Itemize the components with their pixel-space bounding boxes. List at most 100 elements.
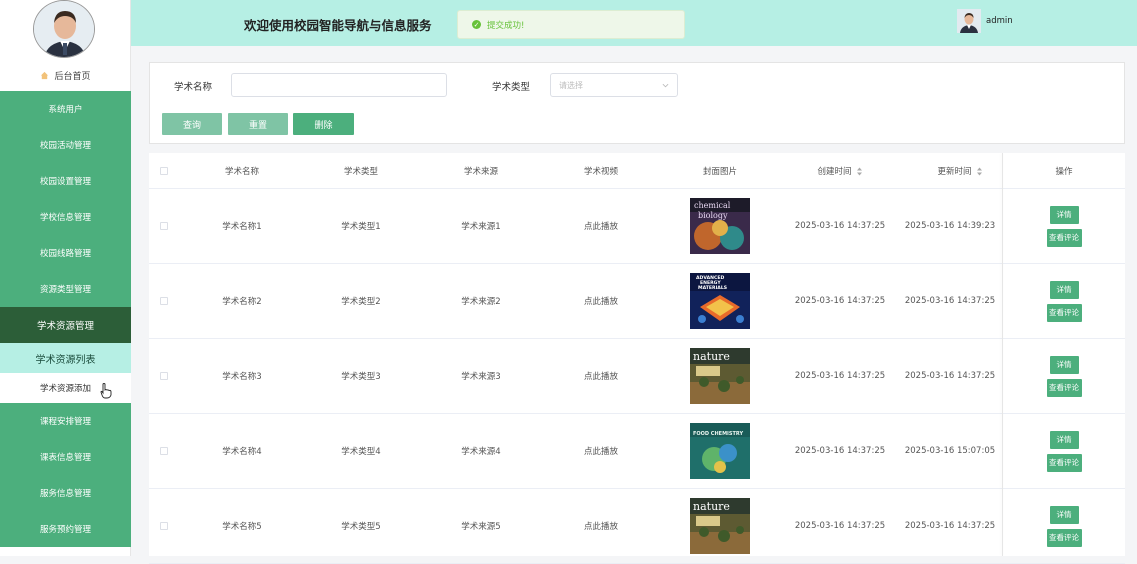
sub-item-resource-list[interactable]: 学术资源列表 — [0, 343, 131, 373]
cell-video-link[interactable]: 点此播放 — [541, 189, 661, 263]
menu-item-campus-routes[interactable]: 校园线路管理 — [0, 235, 131, 271]
view-comments-button[interactable]: 查看评论 — [1046, 378, 1082, 397]
cell-source: 学术来源1 — [461, 222, 501, 232]
col-actions: 操作 — [1055, 167, 1073, 177]
table-header: 学术名称 学术类型 学术来源 学术视频 封面图片 创建时间 更新时间 操作 — [149, 153, 1125, 189]
toast-message: 提交成功! — [487, 20, 525, 31]
col-updated-label: 更新时间 — [937, 167, 972, 177]
menu-item-service-info[interactable]: 服务信息管理 — [0, 475, 131, 511]
menu-item-resource-types[interactable]: 资源类型管理 — [0, 271, 131, 307]
view-comments-button[interactable]: 查看评论 — [1046, 453, 1082, 472]
menu-item-course-schedule[interactable]: 课程安排管理 — [0, 403, 131, 439]
menu-item-school-info[interactable]: 学校信息管理 — [0, 199, 131, 235]
cell-created: 2025-03-16 14:37:25 — [794, 371, 886, 381]
cell-created: 2025-03-16 14:37:25 — [794, 221, 886, 231]
sidebar: 后台首页 系统用户 校园活动管理 校园设置管理 学校信息管理 校园线路管理 资源… — [0, 0, 131, 556]
name-filter-label: 学术名称 — [174, 82, 213, 93]
cell-video-link[interactable]: 点此播放 — [541, 264, 661, 338]
menu-item-academic-resources[interactable]: 学术资源管理 — [0, 307, 131, 343]
sub-item-resource-add[interactable]: 学术资源添加 — [0, 373, 131, 403]
user-menu[interactable]: admin — [957, 9, 1013, 33]
cover-image-food-chemistry[interactable]: FOOD CHEMISTRY — [690, 423, 750, 479]
cell-source: 学术来源5 — [461, 522, 501, 532]
delete-button[interactable]: 删除 — [293, 113, 354, 135]
col-type: 学术类型 — [343, 167, 378, 177]
site-title: 欢迎使用校园智能导航与信息服务 — [244, 18, 432, 33]
cell-actions: 详情 查看评论 — [1003, 414, 1125, 488]
table-row: 学术名称4 学术类型4 学术来源4 点此播放 FOOD CHEMISTRY 20… — [149, 414, 1125, 489]
success-toast: ✓ 提交成功! — [457, 10, 685, 39]
detail-button[interactable]: 详情 — [1049, 280, 1079, 299]
cover-image-nature[interactable]: nature — [690, 498, 750, 554]
select-all-checkbox[interactable] — [160, 167, 168, 175]
menu-item-users[interactable]: 系统用户 — [0, 91, 131, 127]
detail-button[interactable]: 详情 — [1049, 430, 1079, 449]
cover-image-chemical-biology[interactable]: chemical biology — [690, 198, 750, 254]
hand-cursor-icon — [100, 383, 112, 399]
top-header: 欢迎使用校园智能导航与信息服务 ✓ 提交成功! admin — [131, 0, 1137, 46]
cell-actions: 详情 查看评论 — [1003, 339, 1125, 413]
row-checkbox[interactable] — [160, 372, 168, 380]
cell-created: 2025-03-16 14:37:25 — [794, 296, 886, 306]
query-button[interactable]: 查询 — [162, 113, 222, 135]
cell-name: 学术名称1 — [222, 222, 262, 232]
col-created[interactable]: 创建时间 — [780, 153, 900, 189]
menu-item-campus-activity[interactable]: 校园活动管理 — [0, 127, 131, 163]
name-filter-input[interactable] — [231, 73, 447, 97]
row-select-cell — [149, 414, 179, 488]
svg-text:biology: biology — [698, 211, 728, 220]
table-body: 学术名称1 学术类型1 学术来源1 点此播放 chemical biology 2… — [149, 189, 1125, 564]
cell-actions: 详情 查看评论 — [1003, 264, 1125, 338]
cell-name: 学术名称2 — [222, 297, 262, 307]
cell-name: 学术名称3 — [222, 372, 262, 382]
home-icon — [40, 71, 49, 80]
cell-type: 学术类型5 — [341, 522, 381, 532]
user-avatar — [957, 9, 981, 33]
home-link[interactable]: 后台首页 — [0, 64, 131, 86]
svg-text:chemical: chemical — [694, 201, 731, 210]
type-filter-placeholder: 请选择 — [559, 80, 583, 90]
view-comments-button[interactable]: 查看评论 — [1046, 303, 1082, 322]
detail-button[interactable]: 详情 — [1049, 355, 1079, 374]
sub-item-resource-add-label: 学术资源添加 — [39, 384, 91, 394]
chevron-down-icon — [662, 82, 669, 89]
sort-icon — [976, 167, 983, 176]
detail-button[interactable]: 详情 — [1049, 205, 1079, 224]
row-select-cell — [149, 189, 179, 263]
table-row: 学术名称1 学术类型1 学术来源1 点此播放 chemical biology 2… — [149, 189, 1125, 264]
cell-updated: 2025-03-16 15:07:05 — [904, 446, 996, 456]
cell-video-link[interactable]: 点此播放 — [541, 339, 661, 413]
col-created-label: 创建时间 — [817, 167, 852, 177]
cover-image-advanced-energy-materials[interactable]: ADVANCED ENERGY MATERIALS — [690, 273, 750, 329]
cell-cover: nature — [660, 489, 780, 563]
table-row: 学术名称3 学术类型3 学术来源3 点此播放 nature 2025-03-16… — [149, 339, 1125, 414]
menu-item-campus-settings[interactable]: 校园设置管理 — [0, 163, 131, 199]
cell-updated: 2025-03-16 14:37:25 — [904, 521, 996, 531]
menu-item-timetable[interactable]: 课表信息管理 — [0, 439, 131, 475]
view-comments-button[interactable]: 查看评论 — [1046, 228, 1082, 247]
detail-button[interactable]: 详情 — [1049, 505, 1079, 524]
cell-video-link[interactable]: 点此播放 — [541, 489, 661, 563]
row-select-cell — [149, 264, 179, 338]
menu-item-service-booking[interactable]: 服务预约管理 — [0, 511, 131, 547]
cell-cover: ADVANCED ENERGY MATERIALS — [660, 264, 780, 338]
col-cover: 封面图片 — [702, 167, 737, 177]
row-checkbox[interactable] — [160, 297, 168, 305]
cell-updated: 2025-03-16 14:39:23 — [904, 221, 996, 231]
cell-updated: 2025-03-16 14:37:25 — [904, 296, 996, 306]
reset-button[interactable]: 重置 — [228, 113, 288, 135]
cover-image-nature[interactable]: nature — [690, 348, 750, 404]
cell-updated: 2025-03-16 14:37:25 — [904, 371, 996, 381]
cell-actions: 详情 查看评论 — [1003, 189, 1125, 263]
svg-text:MATERIALS: MATERIALS — [698, 285, 727, 291]
row-checkbox[interactable] — [160, 222, 168, 230]
cell-created: 2025-03-16 14:37:25 — [794, 521, 886, 531]
svg-text:nature: nature — [693, 500, 730, 513]
row-checkbox[interactable] — [160, 447, 168, 455]
view-comments-button[interactable]: 查看评论 — [1046, 528, 1082, 547]
type-filter-select[interactable]: 请选择 — [550, 73, 678, 97]
row-checkbox[interactable] — [160, 522, 168, 530]
table-row: 学术名称5 学术类型5 学术来源5 点此播放 nature 2025-03-16… — [149, 489, 1125, 564]
cell-video-link[interactable]: 点此播放 — [541, 414, 661, 488]
type-filter-label: 学术类型 — [492, 82, 531, 93]
